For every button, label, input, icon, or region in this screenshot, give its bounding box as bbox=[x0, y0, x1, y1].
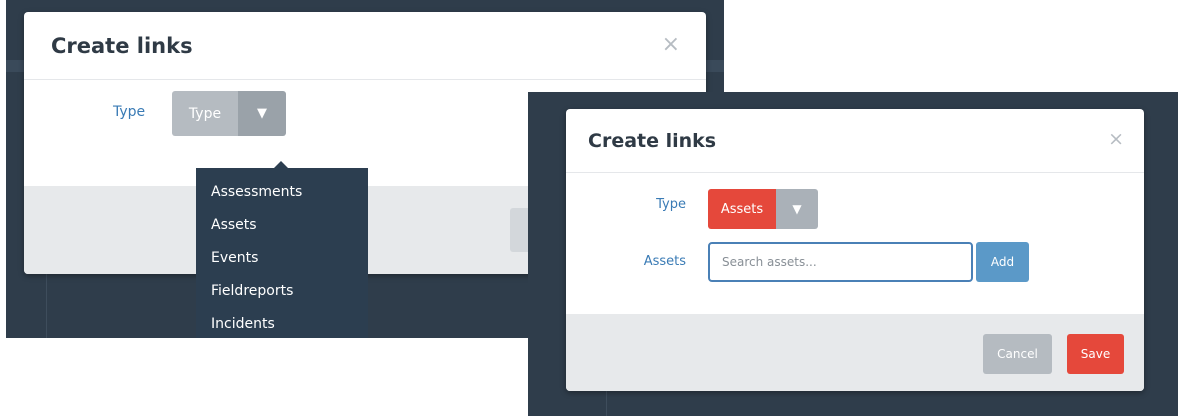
close-icon[interactable]: × bbox=[662, 34, 680, 56]
modal-header: Create links × bbox=[566, 109, 1144, 173]
close-icon[interactable]: × bbox=[1108, 130, 1124, 149]
type-label: Type bbox=[113, 104, 146, 120]
search-assets-input[interactable] bbox=[708, 242, 973, 282]
dropdown-item-fieldreports[interactable]: Fieldreports bbox=[196, 275, 368, 308]
dropdown-item-assessments[interactable]: Assessments bbox=[196, 176, 368, 209]
modal-title: Create links bbox=[588, 130, 717, 152]
type-label: Type bbox=[656, 197, 686, 212]
type-select-button[interactable]: Assets ▼ bbox=[708, 189, 818, 229]
type-select-label[interactable]: Assets bbox=[708, 189, 776, 229]
chevron-down-icon[interactable]: ▼ bbox=[238, 91, 286, 136]
screenshot-assets-selected: Create links × Type Assets ▼ Assets Add … bbox=[528, 92, 1178, 416]
dropdown-item-incidents[interactable]: Incidents bbox=[196, 308, 368, 338]
create-links-modal: Create links × Type Assets ▼ Assets Add … bbox=[566, 109, 1144, 391]
save-button[interactable]: Save bbox=[1067, 334, 1124, 374]
modal-header: Create links × bbox=[24, 12, 706, 80]
type-select-button[interactable]: Type ▼ bbox=[172, 91, 286, 136]
chevron-down-icon[interactable]: ▼ bbox=[776, 189, 818, 229]
modal-footer: Cancel Save bbox=[566, 314, 1144, 391]
dropdown-item-events[interactable]: Events bbox=[196, 242, 368, 275]
add-button[interactable]: Add bbox=[976, 242, 1029, 282]
stage: Create links × Type Type ▼ Assessments A… bbox=[0, 0, 1178, 416]
modal-title: Create links bbox=[51, 34, 193, 58]
assets-label: Assets bbox=[643, 254, 686, 269]
type-select-label[interactable]: Type bbox=[172, 91, 238, 136]
type-dropdown-menu: Assessments Assets Events Fieldreports I… bbox=[196, 161, 368, 338]
dropdown-item-assets[interactable]: Assets bbox=[196, 209, 368, 242]
cancel-button[interactable]: Cancel bbox=[983, 334, 1052, 374]
